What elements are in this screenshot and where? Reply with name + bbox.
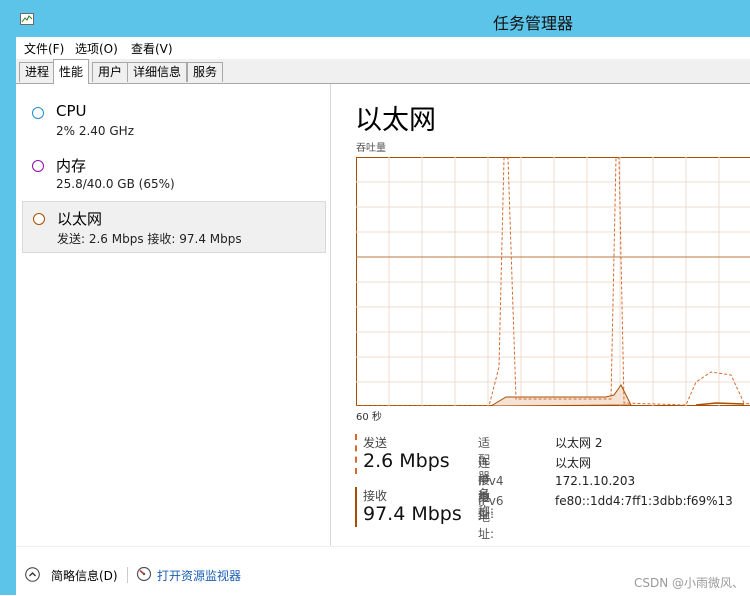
detail-value: 以太网 bbox=[555, 454, 591, 471]
fewer-details-button[interactable]: 简略信息(D) bbox=[51, 567, 118, 584]
send-value: 2.6 Mbps bbox=[363, 450, 450, 472]
menu-view[interactable]: 查看(V) bbox=[131, 40, 173, 57]
detail-value: 以太网 2 bbox=[555, 434, 602, 451]
menu-file[interactable]: 文件(F) bbox=[24, 40, 64, 57]
resource-summary: 发送: 2.6 Mbps 接收: 97.4 Mbps bbox=[57, 230, 242, 247]
throughput-graph bbox=[356, 157, 750, 406]
tab-details[interactable]: 详细信息 bbox=[127, 62, 187, 82]
detail-key: IPv6 地址: bbox=[478, 494, 504, 542]
detail-title: 以太网 bbox=[355, 98, 436, 137]
send-legend-bar bbox=[355, 434, 357, 474]
resource-summary: 25.8/40.0 GB (65%) bbox=[56, 177, 175, 191]
cpu-indicator-icon bbox=[32, 107, 44, 119]
tab-users[interactable]: 用户 bbox=[92, 62, 128, 82]
detail-value: fe80::1dd4:7ff1:3dbb:f69%13 bbox=[555, 494, 733, 508]
resource-list: CPU 2% 2.40 GHz 内存 25.8/40.0 GB (65%) 以太… bbox=[16, 84, 331, 546]
resource-monitor-icon[interactable] bbox=[136, 566, 152, 582]
resource-summary: 2% 2.40 GHz bbox=[56, 124, 134, 138]
tab-processes[interactable]: 进程 bbox=[19, 62, 55, 82]
send-stat: 发送 2.6 Mbps bbox=[355, 434, 475, 474]
tab-performance[interactable]: 性能 bbox=[53, 59, 89, 84]
tab-services[interactable]: 服务 bbox=[187, 62, 223, 82]
title-bar[interactable]: 任务管理器 bbox=[16, 0, 750, 37]
watermark: CSDN @小雨微风、 bbox=[634, 574, 744, 591]
resource-name: 以太网 bbox=[57, 208, 102, 229]
window-frame-left bbox=[0, 0, 16, 595]
window-title: 任务管理器 bbox=[16, 10, 750, 34]
receive-value: 97.4 Mbps bbox=[363, 503, 462, 525]
resource-cpu[interactable]: CPU 2% 2.40 GHz bbox=[22, 96, 326, 146]
ethernet-indicator-icon bbox=[33, 213, 45, 225]
receive-label: 接收 bbox=[363, 487, 387, 504]
graph-label: 吞吐量 bbox=[356, 139, 386, 154]
resource-name: 内存 bbox=[56, 155, 86, 176]
footer-divider bbox=[127, 567, 128, 583]
send-label: 发送 bbox=[363, 434, 387, 451]
menu-bar: 文件(F) 选项(O) 查看(V) bbox=[16, 37, 750, 59]
receive-legend-bar bbox=[355, 487, 357, 527]
resource-ethernet[interactable]: 以太网 发送: 2.6 Mbps 接收: 97.4 Mbps bbox=[22, 201, 326, 253]
detail-panel: 以太网 吞吐量 60 秒 发送 2.6 Mbps 接收 97.4 Mbps bbox=[331, 84, 750, 546]
chevron-up-icon[interactable] bbox=[25, 567, 40, 582]
tab-bar: 进程 性能 用户 详细信息 服务 bbox=[16, 59, 750, 84]
footer-bar: 简略信息(D) 打开资源监视器 CSDN @小雨微风、 bbox=[16, 546, 750, 596]
receive-stat: 接收 97.4 Mbps bbox=[355, 487, 475, 527]
resource-memory[interactable]: 内存 25.8/40.0 GB (65%) bbox=[22, 149, 326, 199]
resource-name: CPU bbox=[56, 102, 87, 120]
memory-indicator-icon bbox=[32, 160, 44, 172]
time-axis-label: 60 秒 bbox=[356, 408, 382, 423]
detail-value: 172.1.10.203 bbox=[555, 474, 635, 488]
menu-options[interactable]: 选项(O) bbox=[75, 40, 118, 57]
open-resource-monitor-link[interactable]: 打开资源监视器 bbox=[157, 567, 241, 584]
